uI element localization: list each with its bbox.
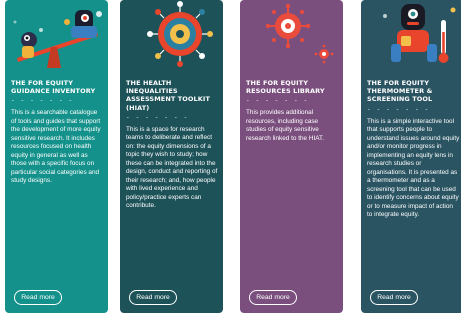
card-thermometer-screening-tool: THE FOR EQUITY THERMOMETER & SCREENING T… xyxy=(361,0,461,313)
divider-dots: - - - - - - - xyxy=(367,105,430,113)
card-title: THE HEALTH INEQUALITIES ASSESSMENT TOOLK… xyxy=(126,79,210,112)
card-title: THE FOR EQUITY GUIDANCE INVENTORY xyxy=(11,79,96,96)
card-title: THE FOR EQUITY THERMOMETER & SCREENING T… xyxy=(367,79,433,104)
read-more-button[interactable]: Read more xyxy=(14,290,62,305)
divider-dots: - - - - - - - xyxy=(126,113,189,121)
read-more-button[interactable]: Read more xyxy=(129,290,177,305)
figures-on-seesaw-icon xyxy=(13,10,102,68)
read-more-button[interactable]: Read more xyxy=(249,290,297,305)
read-more-button[interactable]: Read more xyxy=(370,290,418,305)
card-description: This is a simple interactive tool that s… xyxy=(367,117,460,219)
card-description: This is a space for research teams to de… xyxy=(126,125,218,210)
card-description: This provides additional resources, incl… xyxy=(246,109,325,142)
card-description: This is a searchable catalogue of tools … xyxy=(11,109,101,185)
person-with-thermometer-icon xyxy=(383,4,456,63)
virus-target-icon xyxy=(265,3,334,64)
radial-icons-wheel-icon xyxy=(147,1,213,67)
divider-dots: - - - - - - - xyxy=(246,97,309,105)
card-resources-library: THE FOR EQUITY RESOURCES LIBRARY - - - -… xyxy=(240,0,343,313)
divider-dots: - - - - - - - xyxy=(11,97,74,105)
card-health-inequalities-toolkit: THE HEALTH INEQUALITIES ASSESSMENT TOOLK… xyxy=(120,0,223,313)
card-guidance-inventory: THE FOR EQUITY GUIDANCE INVENTORY - - - … xyxy=(5,0,108,313)
card-title: THE FOR EQUITY RESOURCES LIBRARY xyxy=(246,79,325,96)
